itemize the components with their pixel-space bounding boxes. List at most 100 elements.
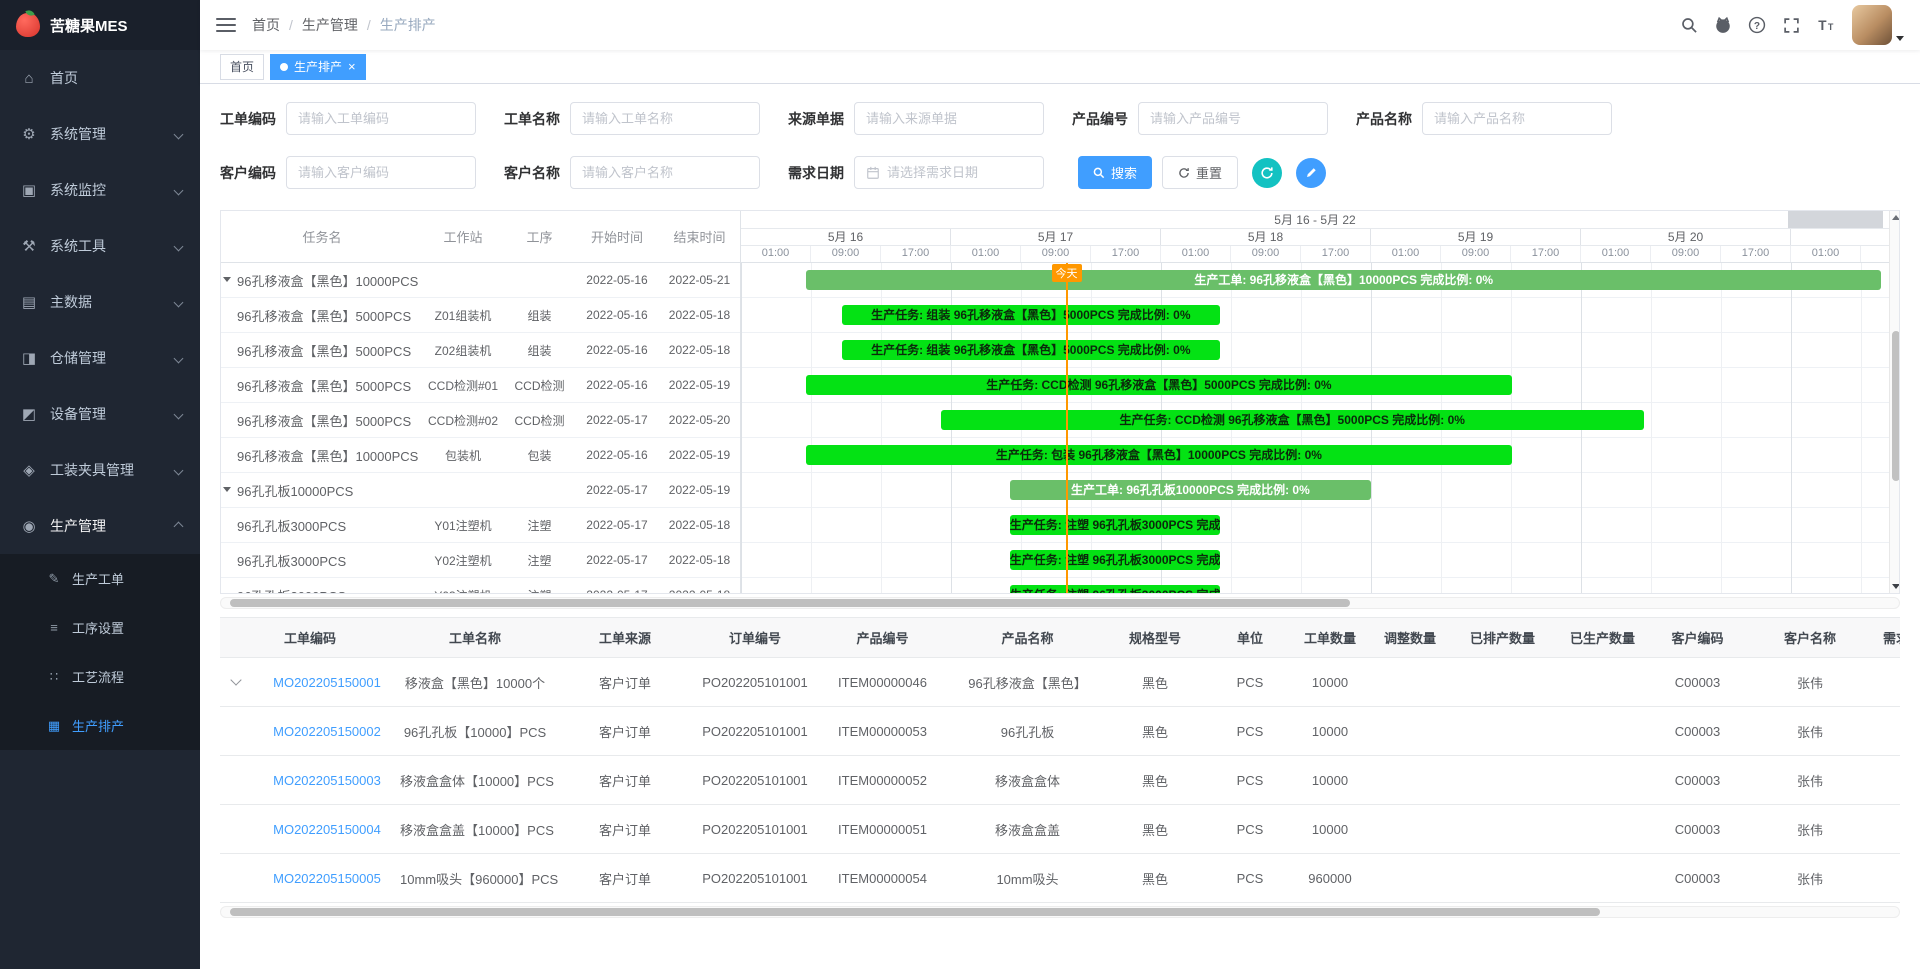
order-number: PO202205101001: [700, 658, 810, 707]
gantt-bar[interactable]: 生产任务: 包装 96孔移液盒【黑色】10000PCS 完成比例: 0%: [806, 445, 1512, 465]
tab-close-icon[interactable]: ×: [348, 60, 356, 73]
fullscreen-icon[interactable]: [1776, 10, 1806, 40]
github-icon[interactable]: [1708, 10, 1738, 40]
gantt-vertical-scrollbar[interactable]: [1889, 211, 1900, 593]
refresh-button[interactable]: [1252, 158, 1282, 188]
row-expand-caret-icon[interactable]: [230, 674, 241, 685]
gantt-bar[interactable]: 生产任务: 组装 96孔移液盒【黑色】5000PCS 完成比例: 0%: [842, 305, 1220, 325]
app-logo[interactable]: 苦糖果MES: [0, 0, 200, 50]
view-tab[interactable]: 生产排产 ×: [270, 54, 366, 80]
gantt-bar[interactable]: 生产任务: CCD检测 96孔移液盒【黑色】5000PCS 完成比例: 0%: [806, 375, 1512, 395]
gantt-column-header: 工序: [503, 227, 576, 246]
scrollbar-thumb[interactable]: [230, 599, 1350, 607]
gantt-task-row[interactable]: 96孔移液盒【黑色】5000PCS CCD检测#01 CCD检测 2022-05…: [221, 368, 740, 403]
order-row[interactable]: MO202205150001 移液盒【黑色】10000个 客户订单 PO2022…: [220, 658, 1900, 707]
timeline-hour-label: 09:00: [1651, 246, 1721, 262]
scroll-up-icon[interactable]: [1892, 215, 1900, 220]
gantt-bar[interactable]: 生产任务: 组装 96孔移液盒【黑色】5000PCS 完成比例: 0%: [842, 340, 1220, 360]
order-row[interactable]: MO202205150004 移液盒盒盖【10000】PCS 客户订单 PO20…: [220, 805, 1900, 854]
gantt-task-row[interactable]: 96孔移液盒【黑色】10000PCS 2022-05-16 2022-05-21: [221, 263, 740, 298]
orders-column-header: 工单名称: [400, 618, 550, 658]
filter-input[interactable]: [298, 111, 464, 126]
timeline-week-disabled-block: [1788, 211, 1883, 228]
sidebar-subitem[interactable]: ✎ 生产工单: [0, 554, 200, 603]
gantt-task-row[interactable]: 96孔孔板10000PCS 2022-05-17 2022-05-19: [221, 473, 740, 508]
hamburger-icon[interactable]: [216, 18, 236, 32]
sidebar-item[interactable]: ⌂ 首页: [0, 50, 200, 106]
scrollbar-thumb[interactable]: [230, 908, 1600, 916]
sidebar-subitem[interactable]: ▦ 生产排产: [0, 701, 200, 750]
sidebar-item[interactable]: ◨ 仓储管理: [0, 330, 200, 386]
expand-arrow-icon[interactable]: [223, 277, 231, 282]
text-input[interactable]: [286, 102, 476, 135]
gantt-bar[interactable]: 生产任务: CCD检测 96孔移液盒【黑色】5000PCS 完成比例: 0%: [941, 410, 1645, 430]
sidebar-item[interactable]: ◈ 工装夹具管理: [0, 442, 200, 498]
produced-qty: [1555, 756, 1650, 805]
edit-button[interactable]: [1296, 158, 1326, 188]
text-input[interactable]: [854, 156, 1044, 189]
filter-input[interactable]: [887, 165, 1032, 180]
expand-arrow-icon[interactable]: [223, 487, 231, 492]
order-row[interactable]: MO202205150002 96孔孔板【10000】PCS 客户订单 PO20…: [220, 707, 1900, 756]
text-input[interactable]: [286, 156, 476, 189]
sidebar-item[interactable]: ◉ 生产管理: [0, 498, 200, 554]
filter-input[interactable]: [1150, 111, 1316, 126]
order-row[interactable]: MO202205150005 10mm吸头【960000】PCS 客户订单 PO…: [220, 854, 1900, 903]
orders-horizontal-scrollbar[interactable]: [220, 906, 1900, 918]
filter-input[interactable]: [582, 165, 748, 180]
gantt-task-row[interactable]: 96孔移液盒【黑色】5000PCS CCD检测#02 CCD检测 2022-05…: [221, 403, 740, 438]
gantt-task-row[interactable]: 96孔孔板3000PCS Y02注塑机 注塑 2022-05-17 2022-0…: [221, 543, 740, 578]
gantt-bar[interactable]: 生产任务: 注塑 96孔孔板3000PCS 完成比例: 0%: [1010, 550, 1220, 570]
sidebar-subitem[interactable]: ∷ 工艺流程: [0, 652, 200, 701]
sidebar-item[interactable]: ⚙ 系统管理: [0, 106, 200, 162]
gantt-task-row[interactable]: 96孔孔板3000PCS Y03注塑机 注塑 2022-05-17 2022-0…: [221, 578, 740, 593]
gantt-bar[interactable]: 生产工单: 96孔孔板10000PCS 完成比例: 0%: [1010, 480, 1371, 500]
gantt-task-row[interactable]: 96孔孔板3000PCS Y01注塑机 注塑 2022-05-17 2022-0…: [221, 508, 740, 543]
text-input[interactable]: [854, 102, 1044, 135]
sidebar-subitem[interactable]: ≡ 工序设置: [0, 603, 200, 652]
gantt-bar[interactable]: 生产工单: 96孔移液盒【黑色】10000PCS 完成比例: 0%: [806, 270, 1881, 290]
filter-input[interactable]: [582, 111, 748, 126]
text-input[interactable]: [570, 102, 760, 135]
search-button[interactable]: 搜索: [1078, 156, 1152, 189]
gantt-task-row[interactable]: 96孔移液盒【黑色】5000PCS Z02组装机 组装 2022-05-16 2…: [221, 333, 740, 368]
order-row[interactable]: MO202205150003 移液盒盒体【10000】PCS 客户订单 PO20…: [220, 756, 1900, 805]
sidebar-item[interactable]: ▤ 主数据: [0, 274, 200, 330]
gantt-timeline-header: 5月 16 - 5月 22 5月 165月 175月 185月 195月 20 …: [741, 211, 1889, 263]
font-size-icon[interactable]: TT: [1810, 10, 1840, 40]
timeline-hour-label: 09:00: [1441, 246, 1511, 262]
reset-button[interactable]: 重置: [1162, 156, 1238, 189]
user-menu[interactable]: [1852, 5, 1904, 45]
breadcrumb-item[interactable]: 首页: [252, 15, 280, 35]
work-order-link[interactable]: MO202205150001: [273, 675, 381, 690]
sidebar-item[interactable]: ⚒ 系统工具: [0, 218, 200, 274]
sidebar-item[interactable]: ◩ 设备管理: [0, 386, 200, 442]
gantt-bar[interactable]: 生产任务: 注塑 96孔孔板3000PCS 完成比例: 0%: [1010, 515, 1220, 535]
breadcrumb-item[interactable]: 生产管理: [302, 15, 358, 35]
work-order-link[interactable]: MO202205150004: [273, 822, 381, 837]
work-order-link[interactable]: MO202205150005: [273, 871, 381, 886]
help-icon[interactable]: ?: [1742, 10, 1772, 40]
work-order-link[interactable]: MO202205150003: [273, 773, 381, 788]
filter-input[interactable]: [1434, 111, 1600, 126]
text-input[interactable]: [1422, 102, 1612, 135]
gantt-bar[interactable]: 生产任务: 注塑 96孔孔板3000PCS 完成比例: 0%: [1010, 585, 1220, 593]
order-qty: 10000: [1290, 805, 1370, 854]
filter-input[interactable]: [298, 165, 464, 180]
breadcrumb-item[interactable]: 生产排产: [380, 15, 436, 35]
view-tab[interactable]: 首页: [220, 54, 264, 80]
filter-input[interactable]: [866, 111, 1032, 126]
gantt-horizontal-scrollbar[interactable]: [220, 597, 1900, 609]
scroll-down-icon[interactable]: [1892, 584, 1900, 589]
search-icon[interactable]: [1674, 10, 1704, 40]
sidebar-item[interactable]: ▣ 系统监控: [0, 162, 200, 218]
orders-column-header: 规格型号: [1100, 618, 1210, 658]
work-order-link[interactable]: MO202205150002: [273, 724, 381, 739]
scrollbar-thumb[interactable]: [1892, 331, 1900, 481]
text-input[interactable]: [570, 156, 760, 189]
gantt-task-row[interactable]: 96孔移液盒【黑色】10000PCS 包装机 包装 2022-05-16 202…: [221, 438, 740, 473]
avatar[interactable]: [1852, 5, 1892, 45]
text-input[interactable]: [1138, 102, 1328, 135]
gantt-task-row[interactable]: 96孔移液盒【黑色】5000PCS Z01组装机 组装 2022-05-16 2…: [221, 298, 740, 333]
unit: PCS: [1210, 805, 1290, 854]
